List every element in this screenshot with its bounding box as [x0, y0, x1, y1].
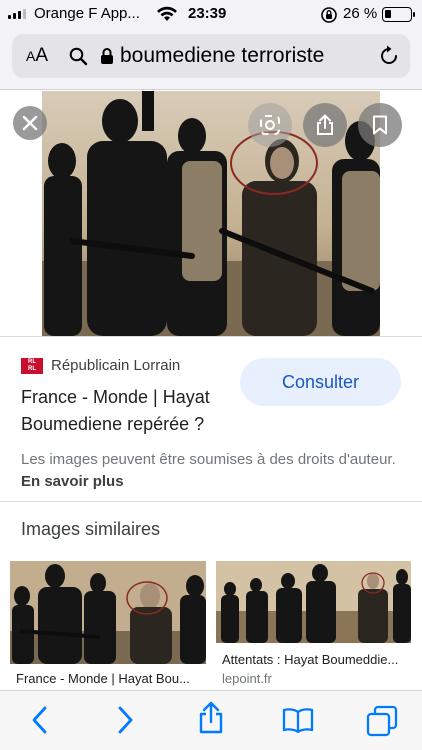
- consulter-button[interactable]: Consulter: [240, 358, 401, 406]
- signal-icon: [8, 9, 26, 19]
- url-text[interactable]: boumediene terroriste: [120, 44, 324, 68]
- source-name: Républicain Lorrain: [51, 357, 181, 374]
- rotation-lock-icon: [321, 7, 337, 23]
- battery-icon: [382, 7, 415, 22]
- divider: [0, 501, 422, 502]
- similar-thumb[interactable]: [216, 561, 411, 643]
- bookmark-icon: [373, 115, 387, 135]
- source-logo: RL RL: [21, 357, 43, 374]
- similar-caption[interactable]: Attentats : Hayat Boumeddie...: [222, 652, 407, 667]
- share-icon: [317, 114, 333, 135]
- reader-options-button[interactable]: AA: [26, 45, 48, 67]
- share-image-button[interactable]: [303, 103, 347, 147]
- share-icon[interactable]: [197, 701, 225, 735]
- wifi-icon: [157, 6, 177, 21]
- lock-icon: [101, 48, 113, 64]
- bottom-toolbar: [0, 690, 422, 750]
- lens-button[interactable]: [248, 103, 292, 147]
- browser-header: AA boumediene terroriste: [0, 30, 422, 90]
- similar-images-heading: Images similaires: [21, 519, 161, 539]
- similar-source: lepoint.fr: [222, 671, 272, 686]
- forward-icon[interactable]: [115, 705, 135, 735]
- image-preview: [0, 91, 422, 336]
- close-button[interactable]: [13, 106, 47, 140]
- similar-thumb[interactable]: [10, 561, 206, 664]
- close-icon: [22, 115, 38, 131]
- similar-caption[interactable]: France - Monde | Hayat Bou...: [16, 671, 202, 686]
- search-icon: [69, 47, 88, 66]
- reload-icon[interactable]: [378, 45, 400, 67]
- divider: [0, 336, 422, 337]
- back-icon[interactable]: [30, 705, 50, 735]
- clock: 23:39: [188, 5, 227, 22]
- source-row[interactable]: RL RL Républicain Lorrain: [21, 357, 180, 374]
- save-image-button[interactable]: [358, 103, 402, 147]
- learn-more-link[interactable]: En savoir plus: [21, 473, 124, 490]
- lens-icon: [260, 115, 280, 135]
- status-bar: Orange F App... 23:39 26 %: [0, 0, 422, 30]
- result-title[interactable]: France - Monde | Hayat Boumediene repéré…: [21, 384, 241, 438]
- bookmarks-icon[interactable]: [282, 707, 314, 733]
- address-bar[interactable]: AA boumediene terroriste: [12, 34, 410, 78]
- carrier-name: Orange F App...: [34, 5, 140, 22]
- battery-percent: 26 %: [343, 5, 378, 22]
- tabs-icon[interactable]: [366, 705, 398, 737]
- copyright-text: Les images peuvent être soumises à des d…: [21, 451, 396, 468]
- copyright-notice: Les images peuvent être soumises à des d…: [21, 449, 406, 493]
